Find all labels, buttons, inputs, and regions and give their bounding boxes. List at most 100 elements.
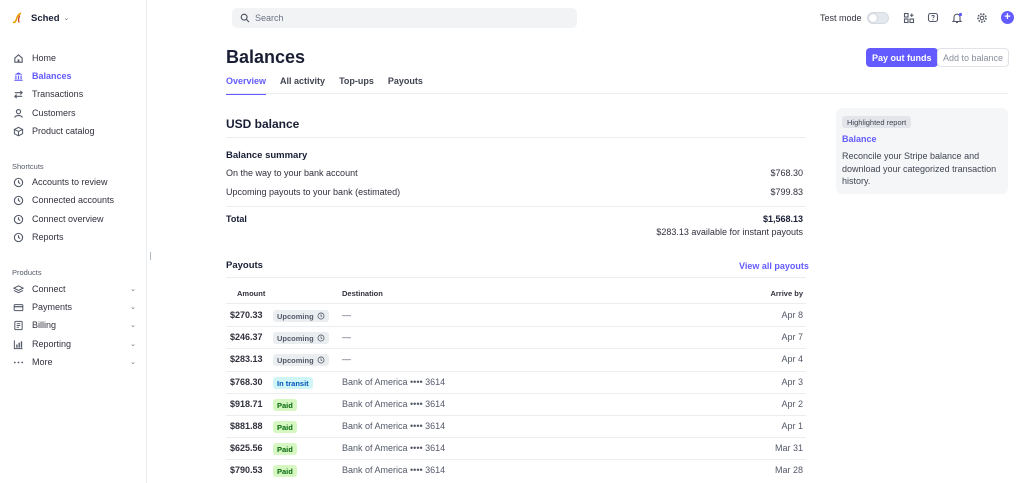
report-title-link[interactable]: Balance (842, 134, 877, 144)
sidebar-item-label: Connect (32, 284, 66, 294)
create-plus-button[interactable]: + (1001, 11, 1014, 24)
payout-amount: $881.88 (230, 421, 263, 431)
view-all-payouts-link[interactable]: View all payouts (739, 261, 809, 271)
toggle-knob (868, 14, 877, 22)
status-badge-label: In transit (277, 378, 309, 388)
sidebar-item-label: Billing (32, 320, 57, 330)
balance-summary-heading: Balance summary (226, 150, 308, 161)
column-header-arrive-by: Arrive by (770, 289, 803, 298)
payout-arrive-date: Mar 28 (774, 465, 803, 475)
status-badge: Upcoming (273, 354, 329, 366)
sidebar-shortcut-reports[interactable]: Reports (12, 229, 136, 245)
search-bar[interactable] (232, 8, 577, 28)
brand-logo-icon (12, 12, 22, 24)
sidebar-product-more[interactable]: More ⌄ (12, 354, 136, 370)
divider (226, 326, 806, 327)
status-badge: Paid (273, 399, 297, 411)
sidebar-item-label: Accounts to review (32, 177, 108, 187)
sidebar-item-label: Transactions (32, 89, 84, 99)
clock-icon (12, 231, 24, 243)
status-badge: Paid (273, 465, 297, 477)
payouts-heading: Payouts (226, 260, 263, 271)
divider (226, 277, 806, 278)
clock-icon (12, 176, 24, 188)
divider (226, 415, 806, 416)
tab-all-activity[interactable]: All activity (280, 76, 325, 94)
sidebar-item-label: More (32, 357, 53, 367)
payout-destination: — (342, 310, 351, 320)
sidebar-item-customers[interactable]: Customers (12, 105, 136, 121)
status-badge: Paid (273, 421, 297, 433)
sidebar-shortcut-accounts-to-review[interactable]: Accounts to review (12, 174, 136, 190)
test-mode-control: Test mode (820, 12, 889, 24)
shortcuts-section-label: Shortcuts (12, 162, 44, 171)
account-switcher[interactable]: Sched ⌄ (12, 11, 69, 25)
sidebar-item-label: Reports (32, 232, 64, 242)
divider (226, 437, 806, 438)
summary-row-label: On the way to your bank account (226, 168, 358, 178)
status-badge-label: Paid (277, 444, 293, 454)
sidebar-item-transactions[interactable]: Transactions (12, 86, 136, 102)
pay-out-funds-button[interactable]: Pay out funds (866, 48, 938, 67)
sidebar-product-billing[interactable]: Billing ⌄ (12, 317, 136, 333)
payout-destination: — (342, 332, 351, 342)
clock-icon (317, 334, 325, 342)
divider (226, 137, 806, 138)
sidebar-resize-handle[interactable] (150, 252, 151, 260)
status-badge-label: Upcoming (277, 355, 314, 365)
sidebar-product-payments[interactable]: Payments ⌄ (12, 299, 136, 315)
sidebar-product-connect[interactable]: Connect ⌄ (12, 281, 136, 297)
sidebar-item-label: Reporting (32, 339, 72, 349)
payout-amount: $283.13 (230, 354, 263, 364)
payout-arrive-date: Mar 31 (774, 443, 803, 453)
summary-row-value: $799.83 (770, 187, 803, 197)
tab-overview[interactable]: Overview (226, 76, 267, 95)
sidebar-item-label: Home (32, 53, 57, 63)
payout-destination: Bank of America •••• 3614 (342, 377, 446, 387)
clock-icon (317, 312, 325, 320)
payout-destination: Bank of America •••• 3614 (342, 443, 446, 453)
divider (226, 303, 806, 304)
apps-icon[interactable] (902, 11, 916, 25)
home-icon (12, 52, 24, 64)
payout-arrive-date: Apr 8 (781, 310, 803, 320)
chevron-down-icon: ⌄ (130, 341, 136, 348)
sidebar-item-label: Product catalog (32, 126, 95, 136)
payout-amount: $790.53 (230, 465, 263, 475)
clock-icon (12, 213, 24, 225)
payout-arrive-date: Apr 7 (781, 332, 803, 342)
sidebar-shortcut-connect-overview[interactable]: Connect overview (12, 211, 136, 227)
tab-top-ups[interactable]: Top-ups (339, 76, 374, 94)
column-header-destination: Destination (342, 289, 383, 298)
divider (226, 393, 806, 394)
status-badge: Upcoming (273, 332, 329, 344)
status-badge-label: Paid (277, 400, 293, 410)
payout-destination: Bank of America •••• 3614 (342, 399, 446, 409)
search-icon (240, 13, 250, 23)
test-mode-toggle[interactable] (866, 12, 889, 24)
payout-destination: Bank of America •••• 3614 (342, 465, 446, 475)
payout-amount: $270.33 (230, 310, 263, 320)
sidebar-item-product-catalog[interactable]: Product catalog (12, 123, 136, 139)
chevron-down-icon: ⌄ (130, 286, 136, 293)
summary-row-value: $768.30 (770, 168, 803, 178)
search-input[interactable] (255, 13, 555, 23)
tab-payouts[interactable]: Payouts (388, 76, 423, 94)
status-badge-label: Paid (277, 466, 293, 476)
sidebar-item-balances[interactable]: Balances (12, 68, 136, 84)
gear-icon[interactable] (975, 11, 989, 25)
status-badge: Upcoming (273, 310, 329, 322)
sidebar-item-home[interactable]: Home (12, 50, 136, 66)
sidebar-shortcut-connected-accounts[interactable]: Connected accounts (12, 192, 136, 208)
balance-icon (12, 70, 24, 82)
sidebar-product-reporting[interactable]: Reporting ⌄ (12, 336, 136, 352)
notifications-bell-icon[interactable] (950, 11, 964, 25)
card-icon (12, 301, 24, 313)
add-to-balance-button[interactable]: Add to balance (937, 48, 1010, 67)
test-mode-label: Test mode (820, 13, 862, 23)
payout-amount: $918.71 (230, 399, 263, 409)
help-icon[interactable] (926, 11, 940, 25)
payout-amount: $246.37 (230, 332, 263, 342)
summary-row-label: Upcoming payouts to your bank (estimated… (226, 187, 401, 197)
usd-balance-heading: USD balance (226, 117, 300, 131)
